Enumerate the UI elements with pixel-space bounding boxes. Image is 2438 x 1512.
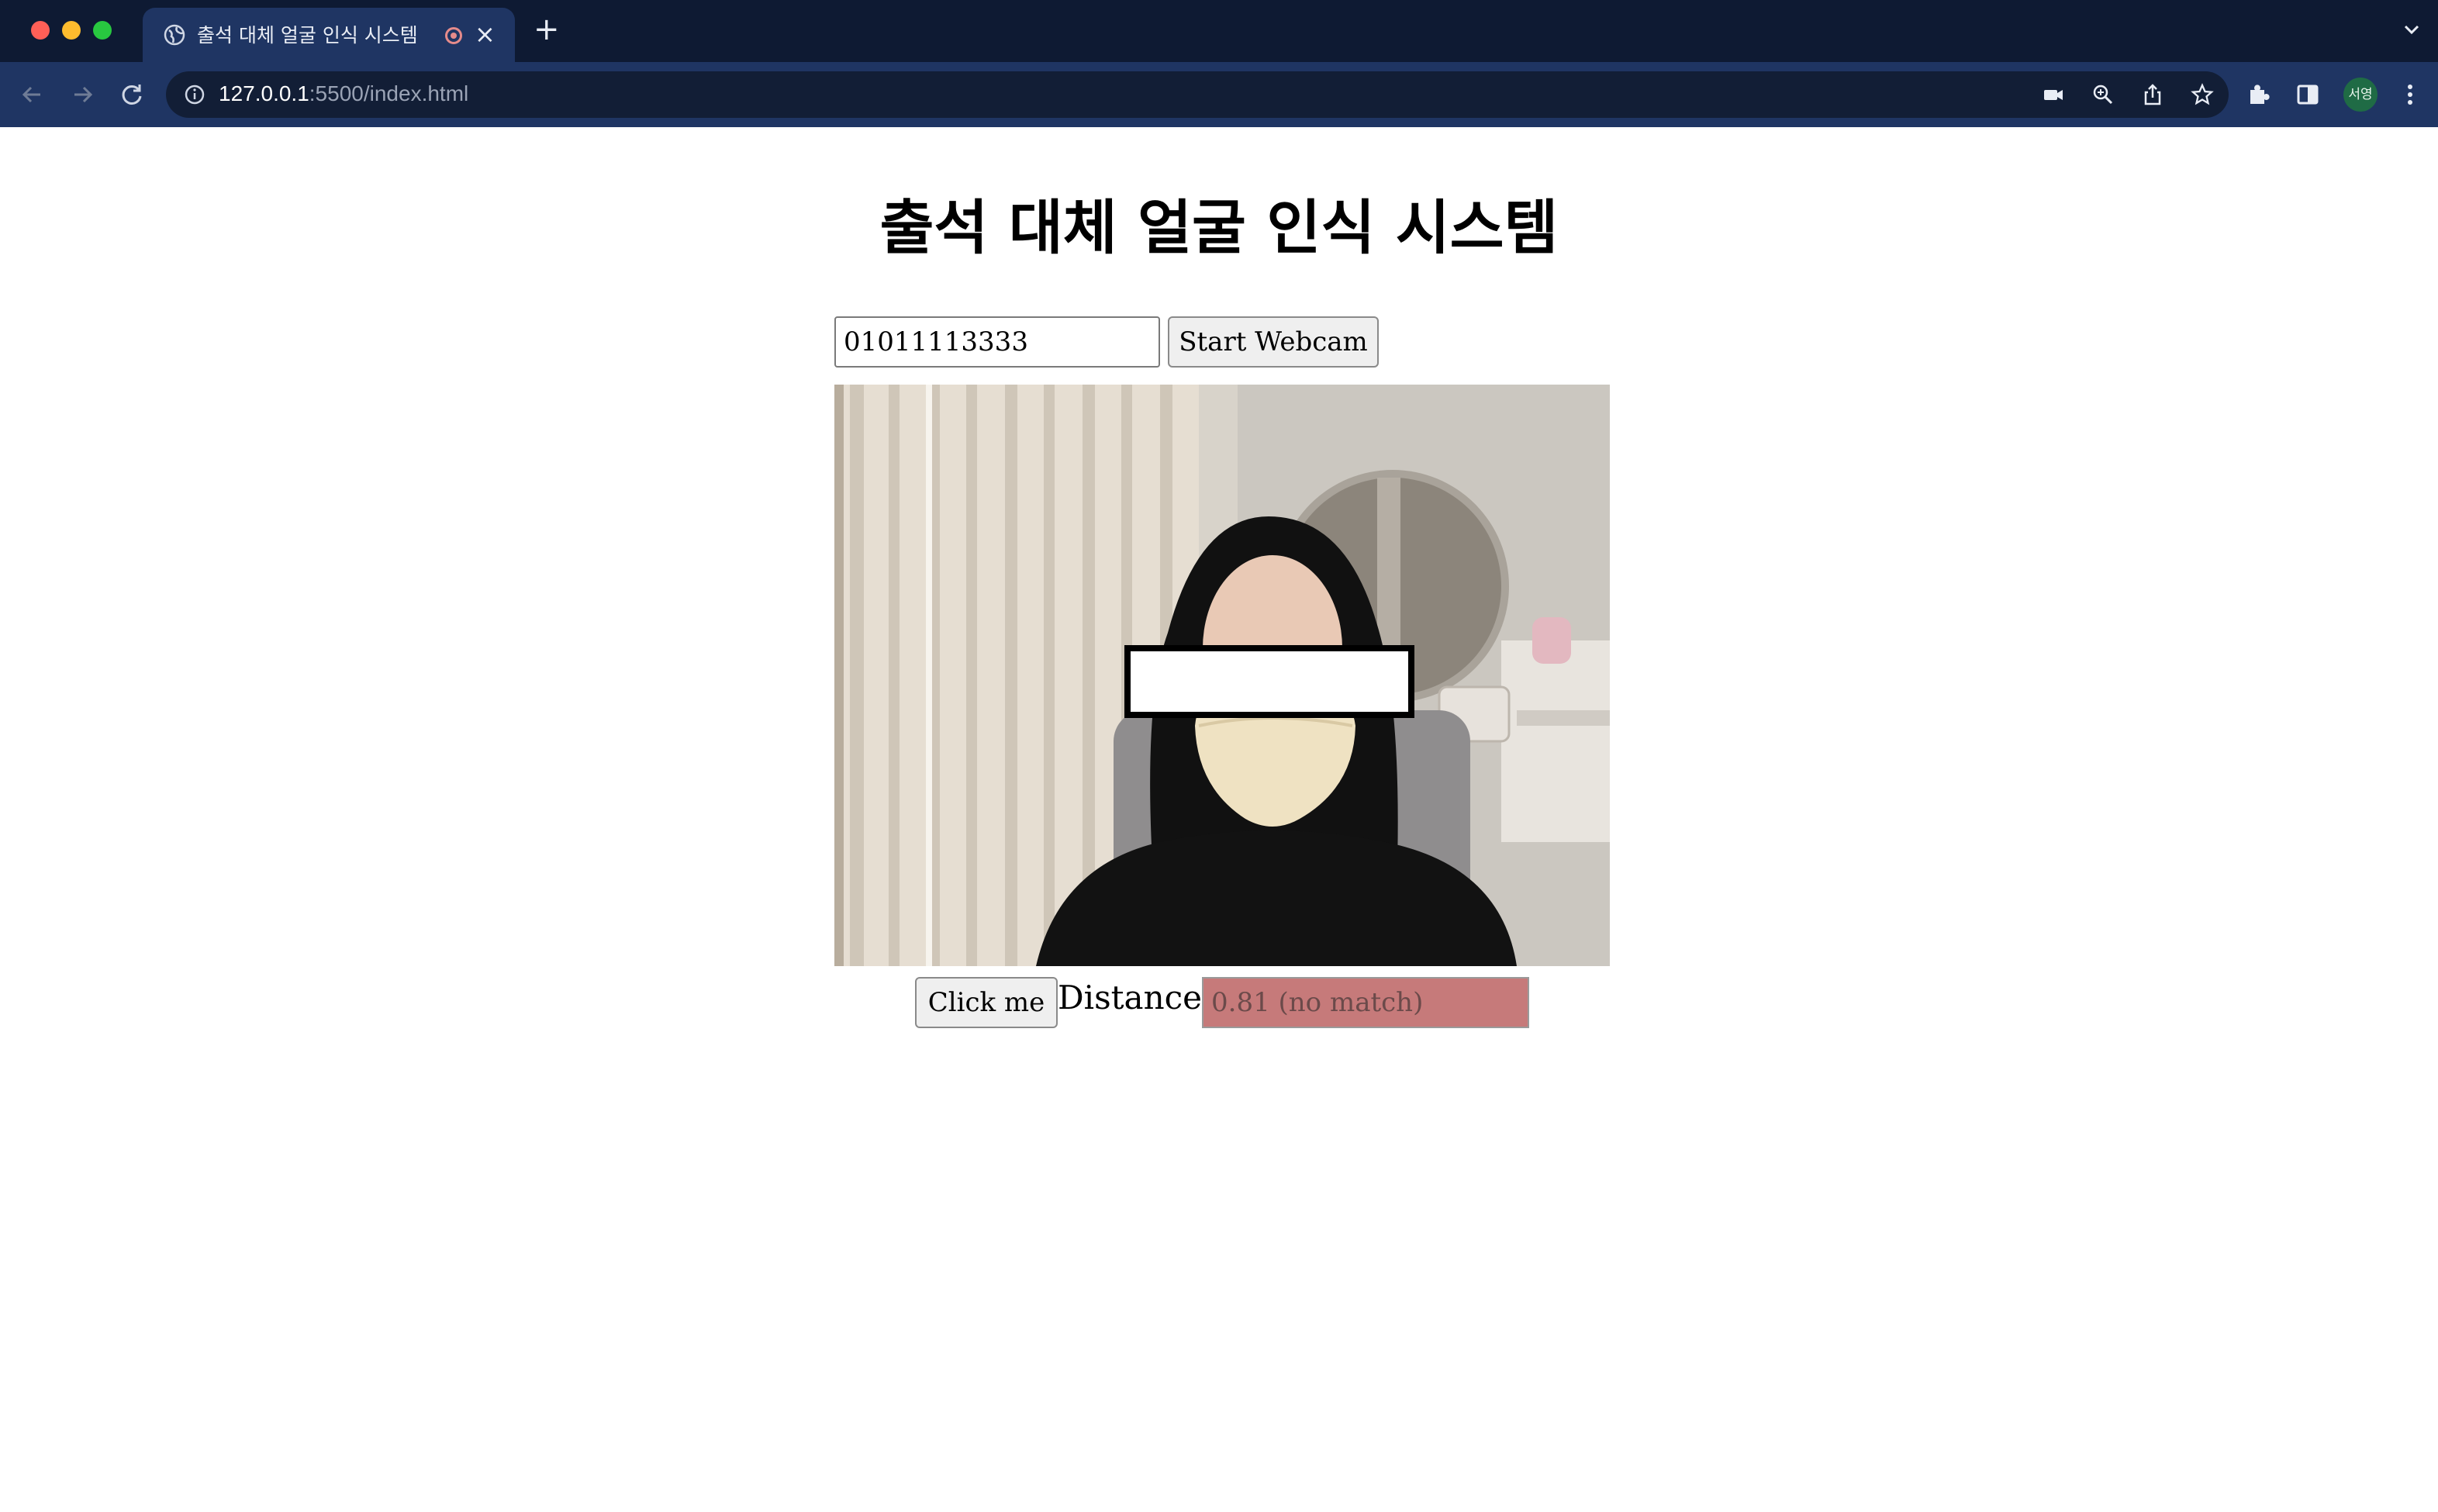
- face-detection-box: [1124, 645, 1414, 718]
- reload-icon[interactable]: [116, 79, 147, 110]
- info-icon[interactable]: [183, 83, 206, 106]
- sidepanel-icon[interactable]: [2294, 81, 2322, 109]
- url-text: 127.0.0.1:5500/index.html: [219, 81, 468, 106]
- phone-number-input[interactable]: [834, 316, 1160, 368]
- back-arrow-icon[interactable]: [17, 79, 48, 110]
- page-title: 출석 대체 얼굴 인식 시스템: [879, 193, 1559, 262]
- record-icon: [445, 27, 462, 44]
- zoom-icon[interactable]: [2091, 82, 2115, 107]
- chevron-down-icon[interactable]: [2399, 17, 2424, 42]
- forward-arrow-icon[interactable]: [67, 79, 98, 110]
- browser-toolbar: 127.0.0.1:5500/index.html 서영: [0, 62, 2438, 127]
- avatar[interactable]: 서영: [2343, 78, 2378, 112]
- start-webcam-button[interactable]: Start Webcam: [1168, 316, 1379, 368]
- click-me-button[interactable]: Click me: [915, 977, 1058, 1028]
- url-path: :5500/index.html: [309, 81, 469, 105]
- minimize-window-button[interactable]: [62, 21, 81, 40]
- star-icon[interactable]: [2190, 82, 2215, 107]
- browser-titlebar: 출석 대체 얼굴 인식 시스템 × +: [0, 0, 2438, 62]
- close-window-button[interactable]: [31, 21, 50, 40]
- maximize-window-button[interactable]: [93, 21, 112, 40]
- share-icon[interactable]: [2140, 82, 2165, 107]
- tab-title: 출석 대체 얼굴 인식 시스템: [197, 24, 418, 47]
- camera-icon[interactable]: [2041, 82, 2066, 107]
- address-bar[interactable]: 127.0.0.1:5500/index.html: [166, 71, 2229, 118]
- url-host: 127.0.0.1: [219, 81, 309, 105]
- plus-icon[interactable]: +: [534, 14, 560, 45]
- distance-label: Distance:: [1058, 979, 1214, 1017]
- browser-tab-active[interactable]: 출석 대체 얼굴 인식 시스템 ×: [143, 8, 515, 62]
- globe-icon: [164, 24, 185, 46]
- puzzle-icon[interactable]: [2244, 81, 2272, 109]
- distance-value-field: 0.81 (no match): [1202, 977, 1529, 1028]
- kebab-menu-icon[interactable]: [2402, 79, 2418, 110]
- close-icon[interactable]: ×: [475, 19, 496, 50]
